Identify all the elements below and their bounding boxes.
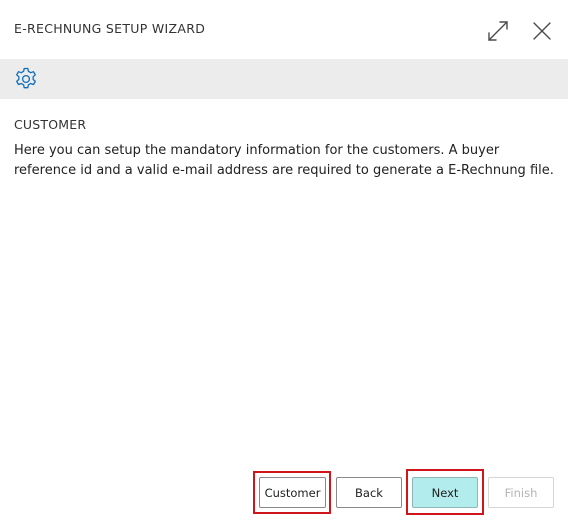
- section-description: Here you can setup the mandatory informa…: [14, 143, 554, 178]
- back-button[interactable]: Back: [336, 477, 402, 508]
- section-heading: CUSTOMER: [14, 117, 87, 132]
- setup-wizard-dialog: E-RECHNUNG SETUP WIZARD CUSTOMER Here yo…: [0, 0, 568, 522]
- gear-icon[interactable]: [13, 66, 39, 92]
- dialog-title: E-RECHNUNG SETUP WIZARD: [14, 21, 206, 36]
- action-toolbar: [0, 59, 568, 99]
- next-button[interactable]: Next: [412, 477, 478, 508]
- expand-icon[interactable]: [485, 18, 511, 44]
- customer-button[interactable]: Customer: [259, 477, 326, 508]
- close-icon[interactable]: [529, 18, 555, 44]
- finish-button[interactable]: Finish: [488, 477, 554, 508]
